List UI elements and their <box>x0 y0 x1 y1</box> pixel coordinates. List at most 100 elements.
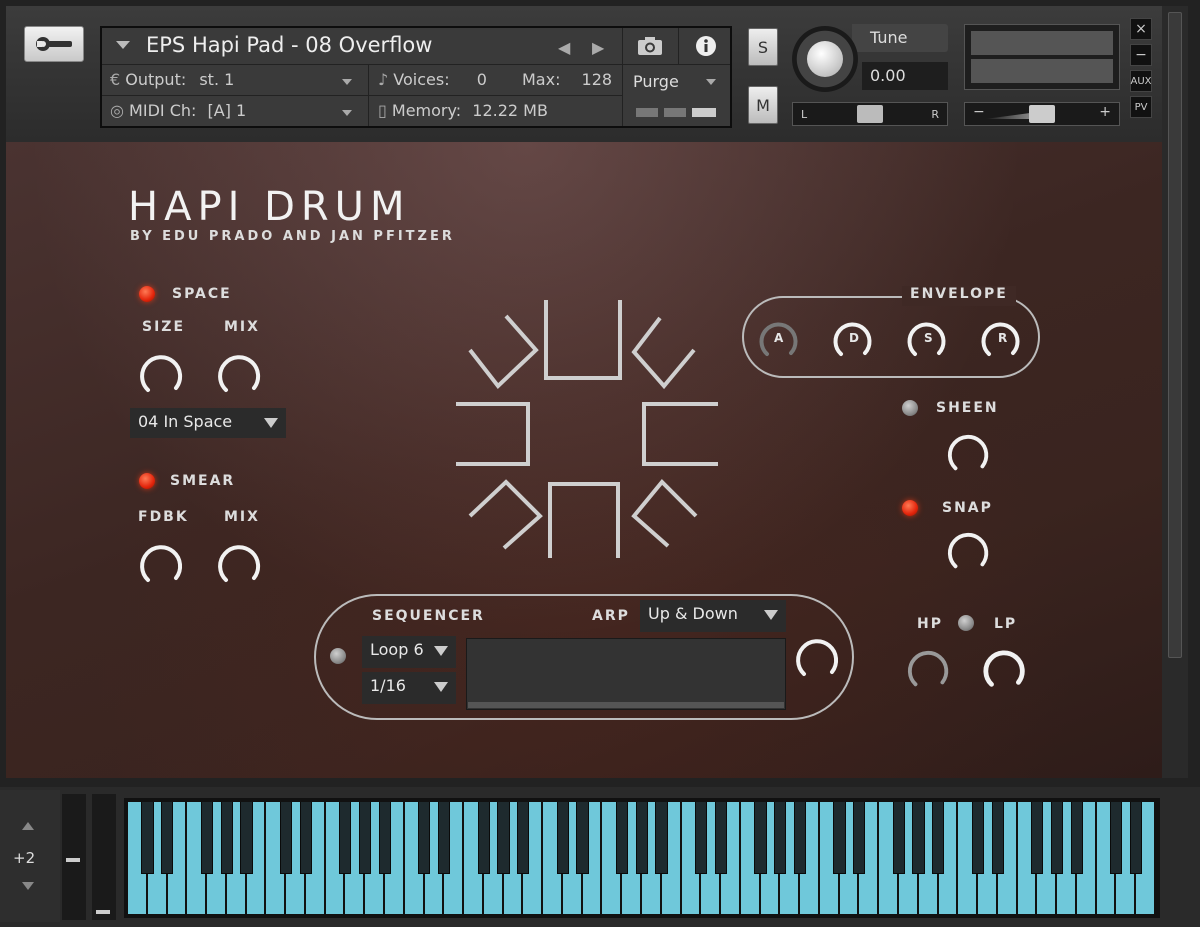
previous-instrument-icon[interactable]: ◀ <box>558 38 570 57</box>
instrument-panel: HAPI DRUM BY EDU PRADO AND JAN PFITZER S… <box>6 142 1162 778</box>
piano-black-key[interactable] <box>517 802 530 874</box>
minimize-instrument-button[interactable]: − <box>1130 44 1152 66</box>
piano-black-key[interactable] <box>793 802 807 874</box>
piano-black-key[interactable] <box>378 802 391 874</box>
space-toggle-led[interactable] <box>139 286 155 302</box>
pitch-bend-marker <box>66 858 80 862</box>
piano-black-key[interactable] <box>833 802 846 874</box>
piano-black-key[interactable] <box>418 802 431 874</box>
midi-dropdown-arrow-icon[interactable] <box>342 110 352 116</box>
piano-black-key[interactable] <box>655 802 668 874</box>
smear-mix-knob[interactable] <box>214 538 264 588</box>
octave-up-arrow-icon[interactable] <box>22 822 34 830</box>
piano-black-key[interactable] <box>576 802 589 874</box>
next-instrument-icon[interactable]: ▶ <box>592 38 604 57</box>
sequencer-pattern-dropdown[interactable]: Loop 6 <box>362 636 456 668</box>
output-dropdown-arrow-icon[interactable] <box>342 79 352 85</box>
volume-slider[interactable]: − + <box>964 102 1120 126</box>
output-level-meter <box>964 24 1120 90</box>
midi-channel-row[interactable]: ◎ MIDI Ch: [A] 1 <box>110 101 246 120</box>
piano-black-key[interactable] <box>339 802 352 874</box>
sequencer-rate-dropdown[interactable]: 1/16 <box>362 672 456 704</box>
max-voices-value[interactable]: 128 <box>582 70 613 89</box>
piano-black-key[interactable] <box>220 802 233 874</box>
piano-black-key[interactable] <box>240 802 253 874</box>
output-value[interactable]: st. 1 <box>199 70 234 89</box>
envelope-release-label: R <box>998 331 1008 345</box>
piano-black-key[interactable] <box>477 802 490 874</box>
piano-black-key[interactable] <box>1031 802 1044 874</box>
space-size-knob[interactable] <box>136 348 186 398</box>
piano-black-key[interactable] <box>635 802 648 874</box>
piano-black-key[interactable] <box>1129 802 1143 874</box>
piano-black-key[interactable] <box>358 802 372 874</box>
pan-handle[interactable] <box>857 105 883 123</box>
midi-value[interactable]: [A] 1 <box>208 101 247 120</box>
purge-dropdown-arrow-icon[interactable] <box>706 79 716 85</box>
piano-black-key[interactable] <box>991 802 1004 874</box>
filter-toggle-led[interactable] <box>958 615 974 631</box>
piano-black-key[interactable] <box>556 802 569 874</box>
piano-black-key[interactable] <box>892 802 905 874</box>
purge-menu[interactable]: Purge <box>633 72 679 91</box>
pan-slider[interactable]: L R <box>792 102 948 126</box>
pan-left-label: L <box>801 108 808 121</box>
piano-black-key[interactable] <box>299 802 312 874</box>
snap-toggle-led[interactable] <box>902 500 918 516</box>
arp-mode-dropdown[interactable]: Up & Down <box>640 600 786 632</box>
snap-label: SNAP <box>942 500 993 516</box>
piano-black-key[interactable] <box>141 802 154 874</box>
pitch-bend-wheel[interactable] <box>62 794 86 920</box>
instrument-name[interactable]: EPS Hapi Pad - 08 Overflow <box>146 33 432 57</box>
piano-black-key[interactable] <box>615 802 629 874</box>
octave-down-arrow-icon[interactable] <box>22 882 34 890</box>
piano-black-key[interactable] <box>1050 802 1064 874</box>
modulation-wheel[interactable] <box>92 794 116 920</box>
memory-label: Memory: <box>391 101 462 120</box>
sequencer-toggle-led[interactable] <box>330 648 346 664</box>
sheen-toggle-led[interactable] <box>902 400 918 416</box>
piano-black-key[interactable] <box>774 802 787 874</box>
pv-button[interactable]: PV <box>1130 96 1152 118</box>
volume-handle[interactable] <box>1029 105 1055 123</box>
piano-black-key[interactable] <box>161 802 174 874</box>
piano-black-key[interactable] <box>853 802 866 874</box>
piano-black-key[interactable] <box>754 802 767 874</box>
sequencer-label: SEQUENCER <box>372 608 485 624</box>
piano-black-key[interactable] <box>200 802 213 874</box>
scrollbar-thumb[interactable] <box>1168 12 1182 658</box>
info-button[interactable] <box>678 28 732 64</box>
sheen-knob[interactable] <box>944 428 992 476</box>
highpass-knob[interactable] <box>904 644 952 692</box>
snapshot-button[interactable] <box>622 28 676 64</box>
piano-black-key[interactable] <box>694 802 708 874</box>
close-instrument-button[interactable]: × <box>1130 18 1152 40</box>
space-mix-knob[interactable] <box>214 348 264 398</box>
piano-black-key[interactable] <box>1070 802 1083 874</box>
tune-value[interactable]: 0.00 <box>862 62 948 90</box>
sequencer-step-display[interactable] <box>466 638 786 710</box>
piano-black-key[interactable] <box>1110 802 1123 874</box>
space-preset-dropdown[interactable]: 04 In Space <box>130 408 286 438</box>
instrument-menu-arrow-icon[interactable] <box>116 41 130 49</box>
piano-black-key[interactable] <box>912 802 925 874</box>
solo-button[interactable]: S <box>748 28 778 66</box>
smear-toggle-led[interactable] <box>139 473 155 489</box>
aux-button[interactable]: AUX <box>1130 70 1152 92</box>
sequencer-knob[interactable] <box>792 632 842 682</box>
smear-feedback-knob[interactable] <box>136 538 186 588</box>
mute-button[interactable]: M <box>748 86 778 124</box>
arp-mode-value: Up & Down <box>648 604 738 623</box>
piano-black-key[interactable] <box>971 802 984 874</box>
edit-instrument-button[interactable] <box>24 26 84 62</box>
piano-black-key[interactable] <box>279 802 293 874</box>
piano-keyboard[interactable] <box>124 798 1160 918</box>
snap-knob[interactable] <box>944 526 992 574</box>
output-row[interactable]: € Output: st. 1 <box>110 70 234 89</box>
piano-black-key[interactable] <box>437 802 451 874</box>
piano-black-key[interactable] <box>497 802 510 874</box>
lowpass-knob[interactable] <box>980 644 1028 692</box>
piano-black-key[interactable] <box>932 802 945 874</box>
piano-black-key[interactable] <box>714 802 727 874</box>
kontakt-instrument-window: EPS Hapi Pad - 08 Overflow ◀ ▶ € Output:… <box>0 0 1200 927</box>
